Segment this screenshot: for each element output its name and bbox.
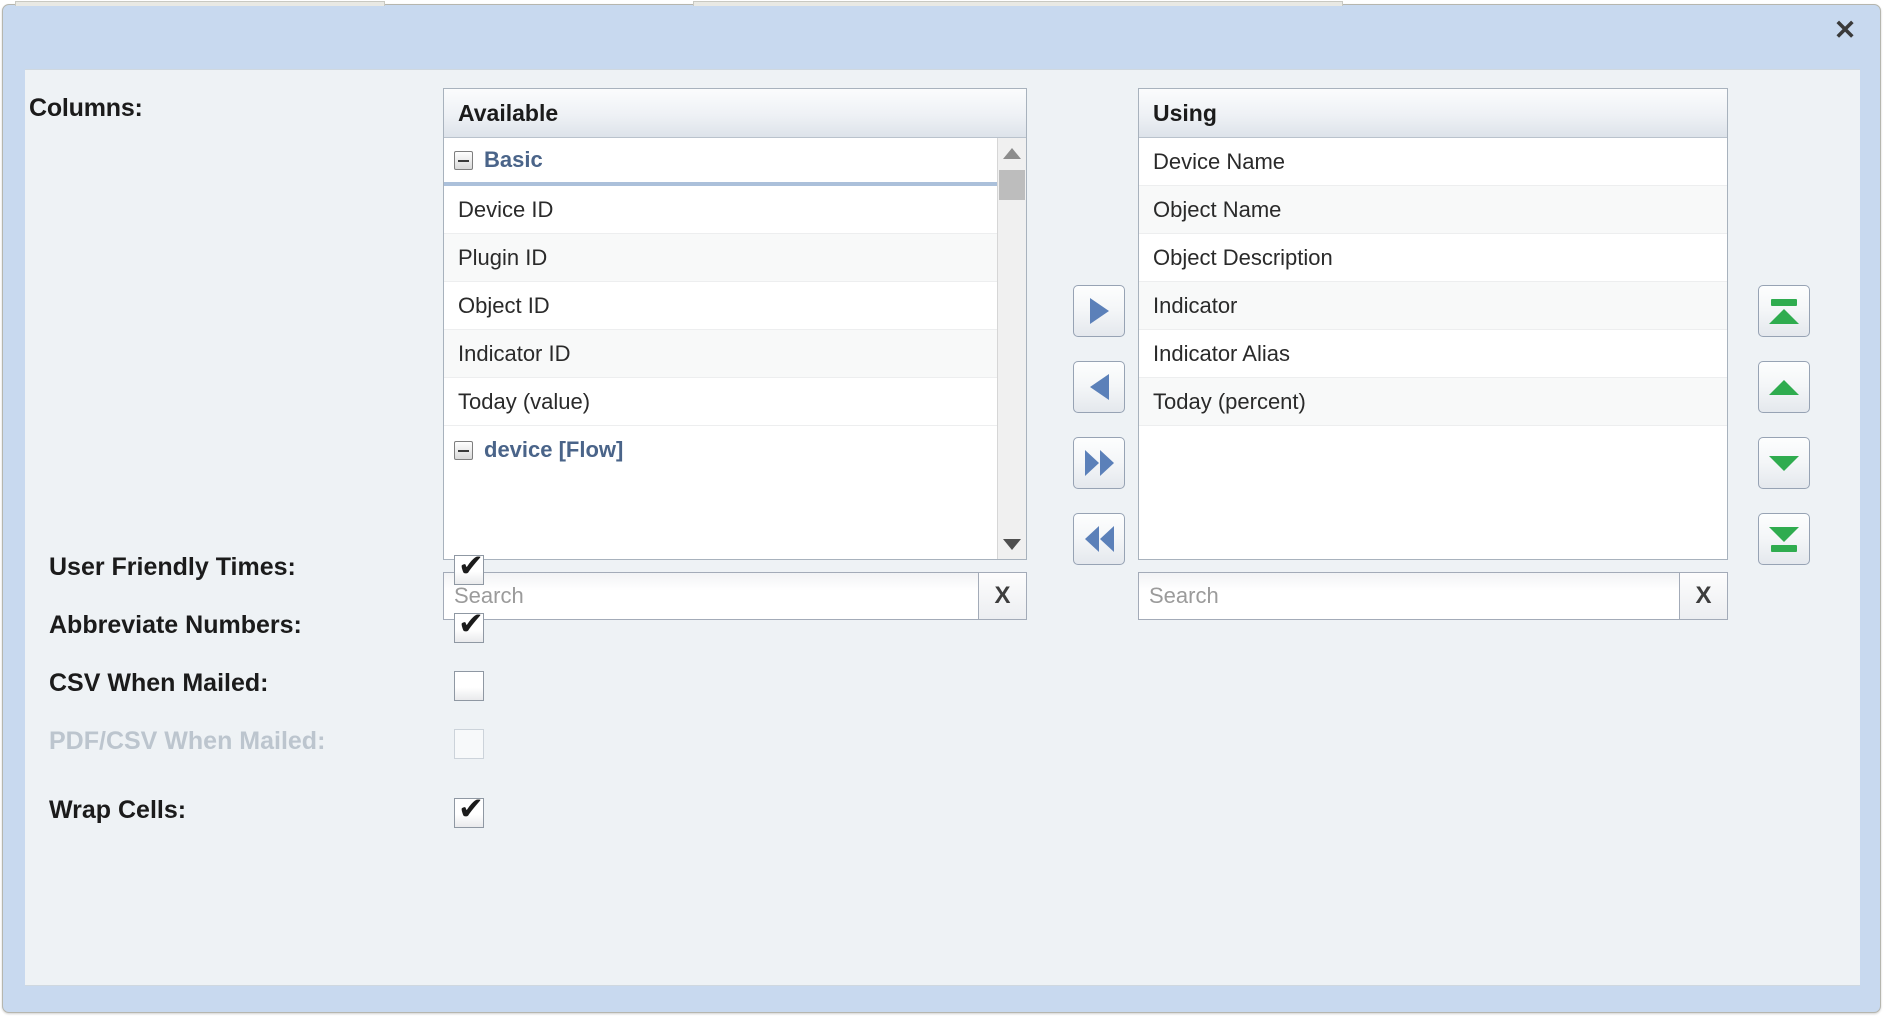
option-label: User Friendly Times: [49,553,296,581]
csv-when-mailed-checkbox[interactable] [454,671,484,701]
using-search-row: X [1138,572,1728,620]
using-search-input[interactable] [1138,572,1680,620]
list-item[interactable]: Plugin ID [444,234,997,282]
collapse-minus-icon[interactable] [454,440,473,460]
list-item[interactable]: Indicator Alias [1139,330,1727,378]
move-up-button[interactable] [1758,361,1810,413]
list-item[interactable]: Object Description [1139,234,1727,282]
available-list[interactable]: Basic Device ID Plugin ID Object ID Indi… [444,138,1026,559]
scrollbar-thumb[interactable] [999,170,1025,200]
triangle-down-bar-icon [1769,526,1799,552]
list-group-basic[interactable]: Basic [444,138,997,186]
available-scrollbar[interactable] [997,138,1026,559]
using-search-clear-button[interactable]: X [1680,572,1728,620]
available-search-row: X [443,572,1027,620]
list-item-label: Indicator [1153,292,1238,318]
option-row-csv-when-mailed: CSV When Mailed: [29,669,499,709]
option-row-wrap-cells: Wrap Cells: ✔ [29,794,499,836]
list-item[interactable]: Object ID [444,282,997,330]
list-group-label: Basic [484,147,543,172]
close-icon[interactable]: ✕ [1828,13,1862,47]
list-item-label: Device Name [1153,148,1286,174]
pdf-csv-when-mailed-checkbox [454,729,484,759]
check-icon: ✔ [458,791,484,827]
check-icon: ✔ [458,606,484,642]
list-item[interactable]: Indicator [1139,282,1727,330]
list-item-label: Object Description [1153,244,1333,270]
triangle-up-icon [1769,379,1799,395]
list-item[interactable]: Device ID [444,186,997,234]
option-label: Abbreviate Numbers: [49,611,302,639]
list-item-label: Plugin ID [458,244,548,270]
triangle-left-icon [1089,374,1109,400]
list-item-label: Today (value) [458,388,591,414]
scroll-up-icon[interactable] [998,138,1026,168]
list-item[interactable]: Today (value) [444,378,997,426]
move-to-top-button[interactable] [1758,285,1810,337]
list-item[interactable]: Today (percent) [1139,378,1727,426]
list-item-label: Today (percent) [1153,388,1306,414]
dialog-titlebar: ✕ [3,5,1880,69]
option-row-user-friendly-times: User Friendly Times: ✔ [29,551,499,593]
double-triangle-left-icon [1084,526,1114,552]
triangle-right-icon [1089,298,1109,324]
list-item[interactable]: Indicator ID [444,330,997,378]
move-left-button[interactable] [1073,361,1125,413]
abbreviate-numbers-checkbox[interactable]: ✔ [454,609,484,643]
using-listbox: Using Device Name Object Name Object Des… [1138,88,1728,560]
list-group-device-flow[interactable]: device [Flow] [444,426,997,474]
available-listbox: Available Basic Device ID Plugin ID Obje… [443,88,1027,560]
move-down-button[interactable] [1758,437,1810,489]
bar-triangle-up-icon [1769,298,1799,324]
list-item[interactable]: Device Name [1139,138,1727,186]
columns-dialog: ✕ Columns: Available Basic Device ID Plu… [2,1,1881,1013]
list-item-label: Object Name [1153,196,1282,222]
available-search-input[interactable] [443,572,979,620]
wrap-cells-checkbox[interactable]: ✔ [454,794,484,828]
using-header: Using [1139,89,1727,138]
scroll-down-icon[interactable] [998,529,1026,559]
move-right-button[interactable] [1073,285,1125,337]
list-item-label: Object ID [458,292,550,318]
option-row-pdf-csv-when-mailed: PDF/CSV When Mailed: [29,727,499,767]
double-triangle-right-icon [1084,450,1114,476]
option-label: PDF/CSV When Mailed: [49,727,326,755]
using-list[interactable]: Device Name Object Name Object Descripti… [1139,138,1727,559]
list-item-label: Indicator ID [458,340,571,366]
available-header: Available [444,89,1026,138]
list-item-label: Indicator Alias [1153,340,1290,366]
move-all-right-button[interactable] [1073,437,1125,489]
option-label: Wrap Cells: [49,796,187,824]
list-item-label: Device ID [458,196,554,222]
user-friendly-times-checkbox[interactable]: ✔ [454,551,484,585]
available-search-clear-button[interactable]: X [979,572,1027,620]
move-all-left-button[interactable] [1073,513,1125,565]
list-group-label: device [Flow] [484,437,624,462]
check-icon: ✔ [458,548,484,584]
dialog-body: Columns: Available Basic Device ID Plugi… [25,69,1860,986]
triangle-down-icon [1769,455,1799,471]
move-to-bottom-button[interactable] [1758,513,1810,565]
using-list-empty-area[interactable] [1139,426,1727,559]
collapse-minus-icon[interactable] [454,150,473,170]
option-label: CSV When Mailed: [49,669,269,697]
columns-label: Columns: [29,94,143,122]
list-item[interactable]: Object Name [1139,186,1727,234]
option-row-abbreviate-numbers: Abbreviate Numbers: ✔ [29,609,499,651]
